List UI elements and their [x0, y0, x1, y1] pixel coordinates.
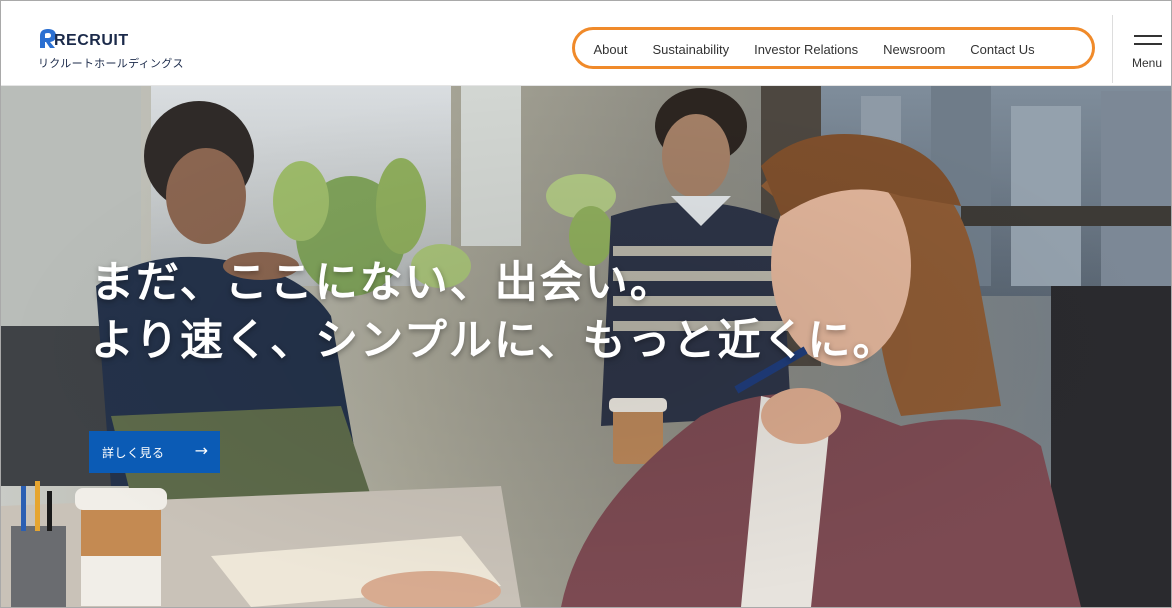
nav-item-about[interactable]: About [581, 42, 640, 57]
menu-label: Menu [1132, 56, 1163, 70]
recruit-logo[interactable]: RECRUIT リクルートホールディングス [38, 27, 198, 71]
hero-headline: まだ、ここにない、出会い。 より速く、シンプルに、もっと近くに。 [91, 254, 898, 370]
hero-section: まだ、ここにない、出会い。 より速く、シンプルに、もっと近くに。 詳しく見る → [1, 86, 1171, 607]
arrow-right-icon: → [194, 441, 208, 460]
global-nav: About Sustainability Investor Relations … [581, 29, 1047, 69]
hamburger-icon [1134, 35, 1162, 37]
nav-item-newsroom[interactable]: Newsroom [871, 42, 958, 57]
hero-headline-line-1: まだ、ここにない、出会い。 [91, 258, 675, 308]
learn-more-label: 詳しく見る [102, 445, 165, 460]
nav-item-investor-relations[interactable]: Investor Relations [742, 42, 871, 57]
logo-wordmark: RECRUIT [54, 32, 129, 49]
hero-headline-line-2: より速く、シンプルに、もっと近くに。 [91, 316, 898, 366]
menu-divider [1112, 15, 1113, 83]
learn-more-button[interactable]: 詳しく見る → [89, 431, 220, 473]
browser-viewport: RECRUIT リクルートホールディングス About Sustainabili… [0, 0, 1172, 608]
logo-subtitle: リクルートホールディングス [38, 57, 184, 70]
hamburger-icon-line [1134, 43, 1162, 45]
menu-button[interactable]: Menu [1126, 29, 1168, 75]
nav-item-sustainability[interactable]: Sustainability [640, 42, 742, 57]
site-header: RECRUIT リクルートホールディングス About Sustainabili… [1, 1, 1171, 86]
nav-item-contact-us[interactable]: Contact Us [958, 42, 1047, 57]
